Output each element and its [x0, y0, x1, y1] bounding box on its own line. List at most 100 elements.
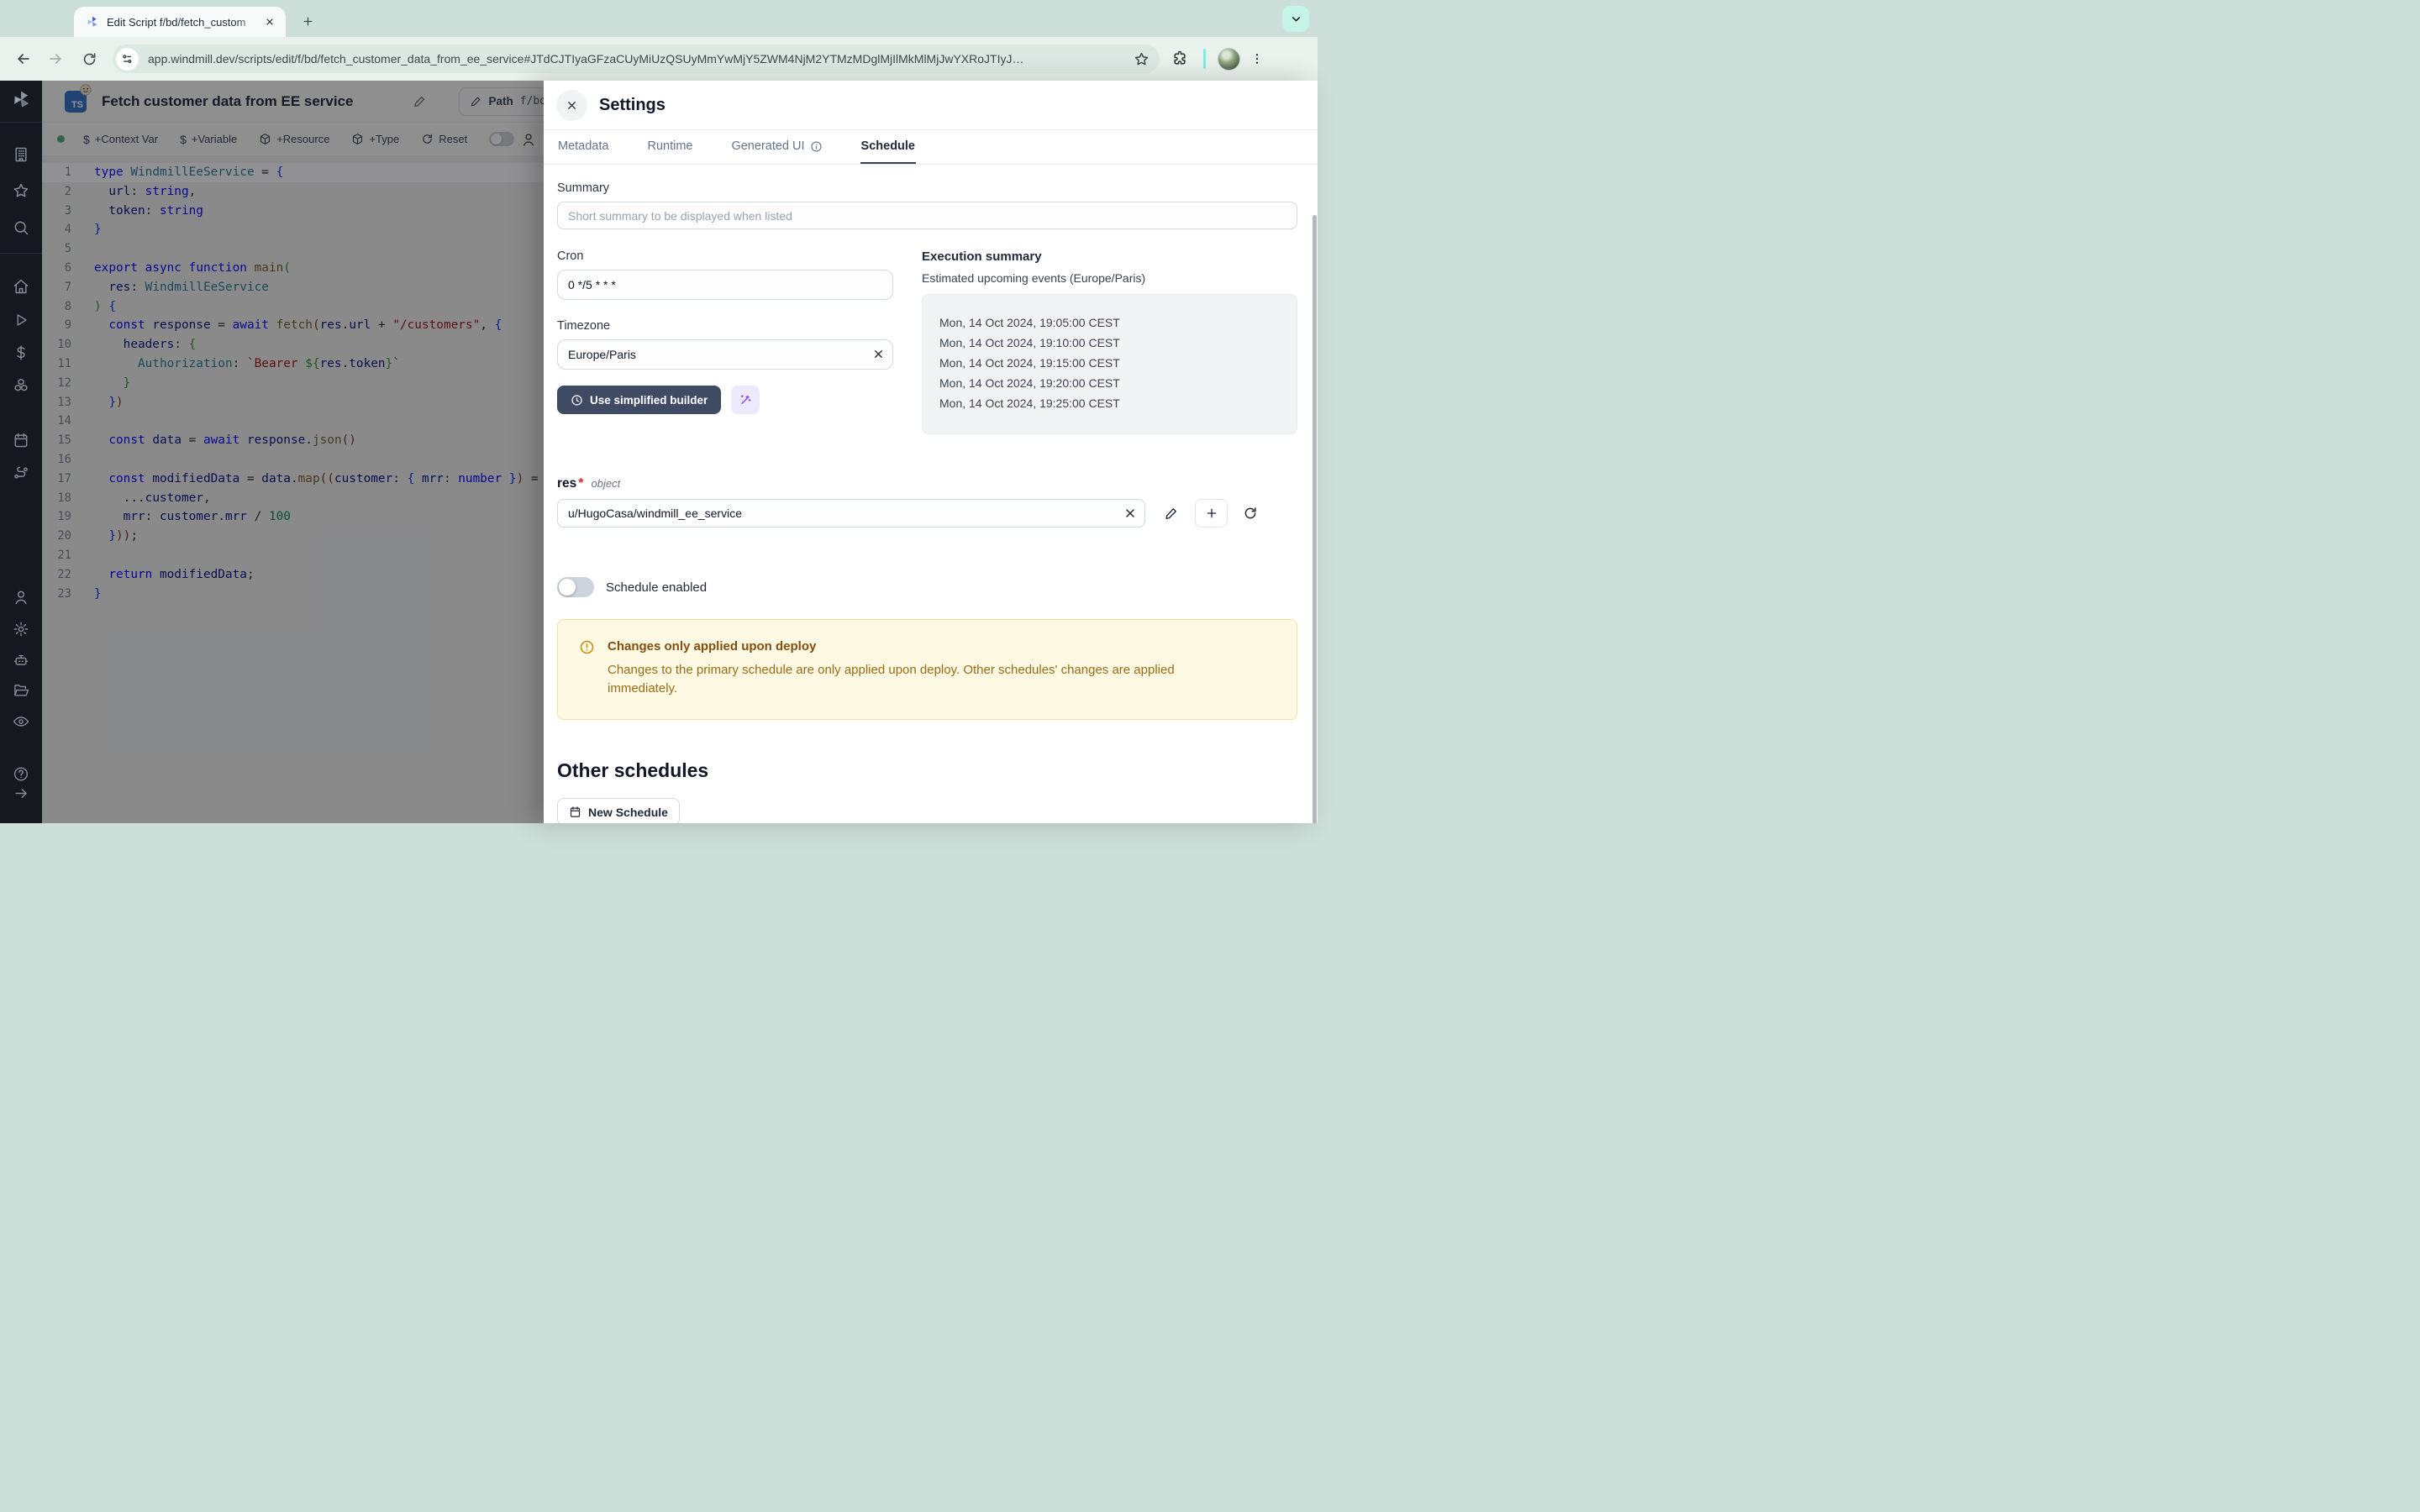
sidebar-item-settings[interactable]: [13, 621, 29, 638]
reload-button[interactable]: [76, 45, 103, 72]
play-icon: [13, 312, 29, 328]
clear-resource-button[interactable]: [1123, 507, 1137, 520]
url-text[interactable]: app.windmill.dev/scripts/edit/f/bd/fetch…: [148, 52, 1127, 66]
forward-button[interactable]: [42, 45, 69, 72]
sidebar-item-search[interactable]: [13, 219, 29, 236]
dollar-icon: [13, 344, 29, 361]
sidebar-item-ai[interactable]: [13, 652, 29, 669]
reload-icon: [82, 51, 97, 67]
new-tab-button[interactable]: [296, 9, 319, 33]
schedule-event: Mon, 14 Oct 2024, 19:15:00 CEST: [939, 353, 1297, 373]
summary-input[interactable]: [557, 202, 1297, 229]
alert-circle-icon: [579, 639, 595, 698]
execution-summary-title: Execution summary: [922, 249, 1297, 264]
sidebar-divider: [0, 253, 42, 254]
profile-avatar[interactable]: [1218, 48, 1240, 71]
boxes-icon: [13, 377, 29, 394]
tab-strip: Edit Script f/bd/fetch_custom: [0, 0, 1318, 37]
upcoming-events-panel: Mon, 14 Oct 2024, 19:05:00 CESTMon, 14 O…: [922, 294, 1297, 434]
route-icon: [13, 465, 29, 481]
add-resource-button[interactable]: [1195, 499, 1228, 528]
tab-search-button[interactable]: [1282, 6, 1309, 32]
back-arrow-icon: [15, 50, 32, 67]
profile-color-separator: [1203, 49, 1206, 69]
new-schedule-button[interactable]: New Schedule: [557, 798, 680, 823]
extensions-puzzle-icon: [1171, 50, 1188, 67]
sidebar-item-workspace[interactable]: [13, 146, 29, 163]
browser-window: Edit Script f/bd/fetch_custom: [0, 0, 1318, 823]
sidebar-item-schedules[interactable]: [13, 432, 29, 449]
sidebar-divider: [0, 122, 42, 123]
use-simplified-builder-button[interactable]: Use simplified builder: [557, 386, 721, 414]
schedule-enabled-toggle[interactable]: [557, 577, 594, 597]
sidebar-item-routes[interactable]: [13, 465, 29, 481]
site-info-tune-icon: [121, 53, 134, 66]
sidebar-item-favorites[interactable]: [13, 182, 29, 199]
star-icon: [13, 182, 29, 199]
plus-icon: [1205, 507, 1218, 520]
schedule-event: Mon, 14 Oct 2024, 19:05:00 CEST: [939, 312, 1297, 333]
timezone-input[interactable]: [557, 339, 893, 370]
back-button[interactable]: [10, 45, 37, 72]
settings-tabs: Metadata Runtime Generated UI Schedule: [544, 130, 1318, 165]
browser-menu-button[interactable]: [1250, 52, 1264, 66]
edit-resource-button[interactable]: [1164, 506, 1179, 521]
clear-timezone-button[interactable]: [872, 348, 885, 360]
menu-dots-icon: [1250, 52, 1264, 66]
app-sidebar: [0, 81, 42, 823]
sidebar-item-home[interactable]: [13, 278, 29, 295]
refresh-resource-button[interactable]: [1243, 506, 1258, 521]
sidebar-item-resources[interactable]: [13, 377, 29, 394]
extensions-button[interactable]: [1171, 50, 1188, 67]
windmill-logo-icon[interactable]: [11, 89, 31, 109]
tab-runtime[interactable]: Runtime: [646, 130, 693, 164]
bookmark-star-icon[interactable]: [1134, 51, 1150, 67]
browser-tab[interactable]: Edit Script f/bd/fetch_custom: [74, 7, 286, 37]
cron-input[interactable]: [557, 270, 893, 300]
drawer-title: Settings: [599, 96, 666, 115]
sidebar-item-folders[interactable]: [13, 682, 29, 699]
execution-summary-subtitle: Estimated upcoming events (Europe/Paris): [922, 271, 1297, 285]
home-icon: [13, 278, 29, 295]
folder-open-icon: [13, 682, 29, 699]
tab-metadata[interactable]: Metadata: [557, 130, 609, 164]
resource-input[interactable]: [557, 499, 1145, 528]
argument-section: res * object: [557, 476, 1297, 528]
schedule-event: Mon, 14 Oct 2024, 19:25:00 CEST: [939, 393, 1297, 413]
chevron-down-icon: [1290, 13, 1302, 25]
sidebar-help-button[interactable]: [13, 765, 29, 782]
close-drawer-button[interactable]: [556, 90, 587, 121]
url-bar[interactable]: app.windmill.dev/scripts/edit/f/bd/fetch…: [113, 45, 1160, 73]
arg-name: res: [557, 476, 576, 491]
arrow-right-icon: [13, 785, 29, 801]
refresh-icon: [1243, 506, 1258, 521]
close-icon: [566, 99, 578, 112]
windmill-favicon: [86, 15, 99, 29]
ai-cron-button[interactable]: [731, 386, 760, 414]
tab-schedule[interactable]: Schedule: [860, 130, 916, 164]
sidebar-item-variables[interactable]: [13, 344, 29, 361]
schedule-event: Mon, 14 Oct 2024, 19:10:00 CEST: [939, 333, 1297, 353]
drawer-scrollbar[interactable]: [1313, 215, 1317, 823]
pencil-icon: [1164, 506, 1179, 521]
sidebar-item-audit[interactable]: [13, 713, 29, 730]
info-icon: [810, 140, 823, 153]
sidebar-item-runs[interactable]: [13, 312, 29, 328]
clear-x-icon: [872, 348, 885, 360]
calendar-icon: [569, 806, 581, 818]
site-info-button[interactable]: [116, 48, 139, 71]
tab-close-icon[interactable]: [262, 14, 277, 29]
building-icon: [13, 146, 29, 163]
user-icon: [13, 589, 29, 606]
eye-icon: [13, 713, 29, 730]
search-icon: [13, 219, 29, 236]
required-mark: *: [578, 476, 583, 491]
app-content: TS Fetch customer data from EE service P…: [0, 81, 1318, 823]
other-schedules-title: Other schedules: [557, 759, 1297, 782]
sidebar-item-user[interactable]: [13, 589, 29, 606]
clock-icon: [571, 394, 583, 407]
tab-generated-ui[interactable]: Generated UI: [730, 130, 823, 164]
deploy-warning: Changes only applied upon deploy Changes…: [557, 619, 1297, 720]
timezone-label: Timezone: [557, 319, 893, 333]
sidebar-expand-button[interactable]: [13, 785, 29, 801]
